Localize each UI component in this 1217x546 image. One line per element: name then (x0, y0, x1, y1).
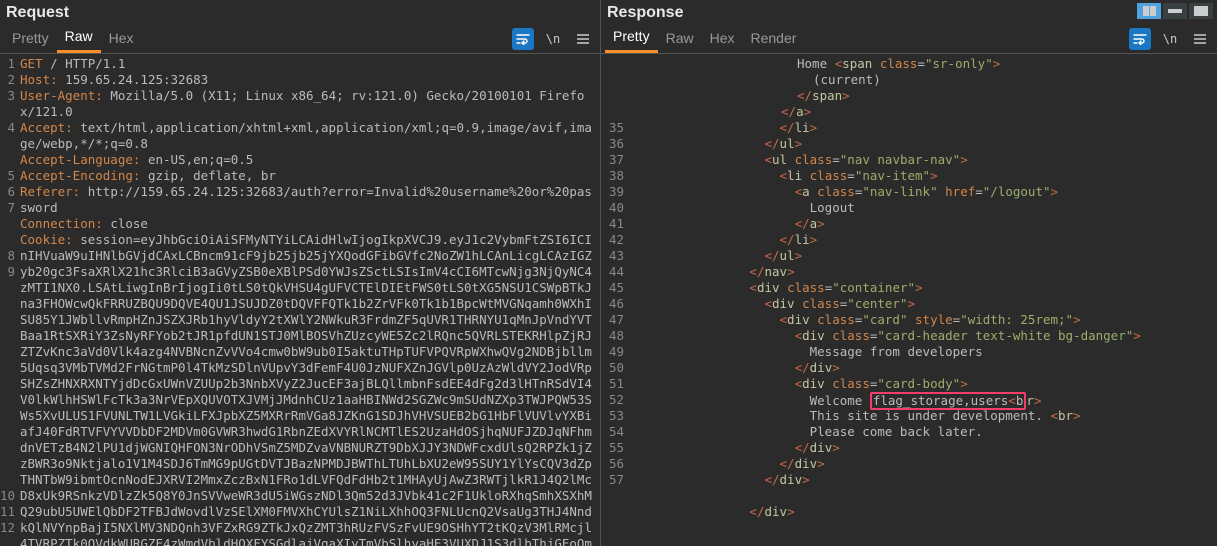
tab-raw[interactable]: Raw (57, 24, 101, 53)
response-editor[interactable]: 3536373839404142434445464748495051525354… (601, 54, 1217, 546)
tab-pretty[interactable]: Pretty (4, 26, 57, 52)
request-editor[interactable]: 123456789101112 GET / HTTP/1.1Host: 159.… (0, 54, 600, 546)
tab-raw-r[interactable]: Raw (658, 26, 702, 52)
response-tabs: Pretty Raw Hex Render \n (601, 24, 1217, 54)
wrap-icon[interactable] (512, 28, 534, 50)
response-code[interactable]: Home <span class="sr-only">(current)</sp… (627, 54, 1217, 546)
request-title: Request (0, 0, 600, 24)
tab-hex[interactable]: Hex (101, 26, 142, 52)
request-gutter: 123456789101112 (0, 54, 18, 546)
layout-single-icon[interactable] (1189, 3, 1213, 19)
layout-split-icon[interactable] (1137, 3, 1161, 19)
layout-stack-icon[interactable] (1163, 3, 1187, 19)
menu-icon[interactable] (572, 28, 594, 50)
tab-hex-r[interactable]: Hex (702, 26, 743, 52)
tab-render-r[interactable]: Render (743, 26, 805, 52)
response-gutter: 3536373839404142434445464748495051525354… (601, 54, 627, 546)
response-pane: Response Pretty Raw Hex Render \n 353637… (601, 0, 1217, 546)
newline-icon[interactable]: \n (542, 28, 564, 50)
layout-buttons (1137, 3, 1213, 19)
menu-icon-r[interactable] (1189, 28, 1211, 50)
request-pane: Request Pretty Raw Hex \n 12345678910111… (0, 0, 601, 546)
request-tabs: Pretty Raw Hex \n (0, 24, 600, 54)
wrap-icon-r[interactable] (1129, 28, 1151, 50)
newline-icon-r[interactable]: \n (1159, 28, 1181, 50)
response-title: Response (601, 0, 1217, 24)
tab-pretty-r[interactable]: Pretty (605, 24, 658, 53)
request-code[interactable]: GET / HTTP/1.1Host: 159.65.24.125:32683U… (18, 54, 600, 546)
